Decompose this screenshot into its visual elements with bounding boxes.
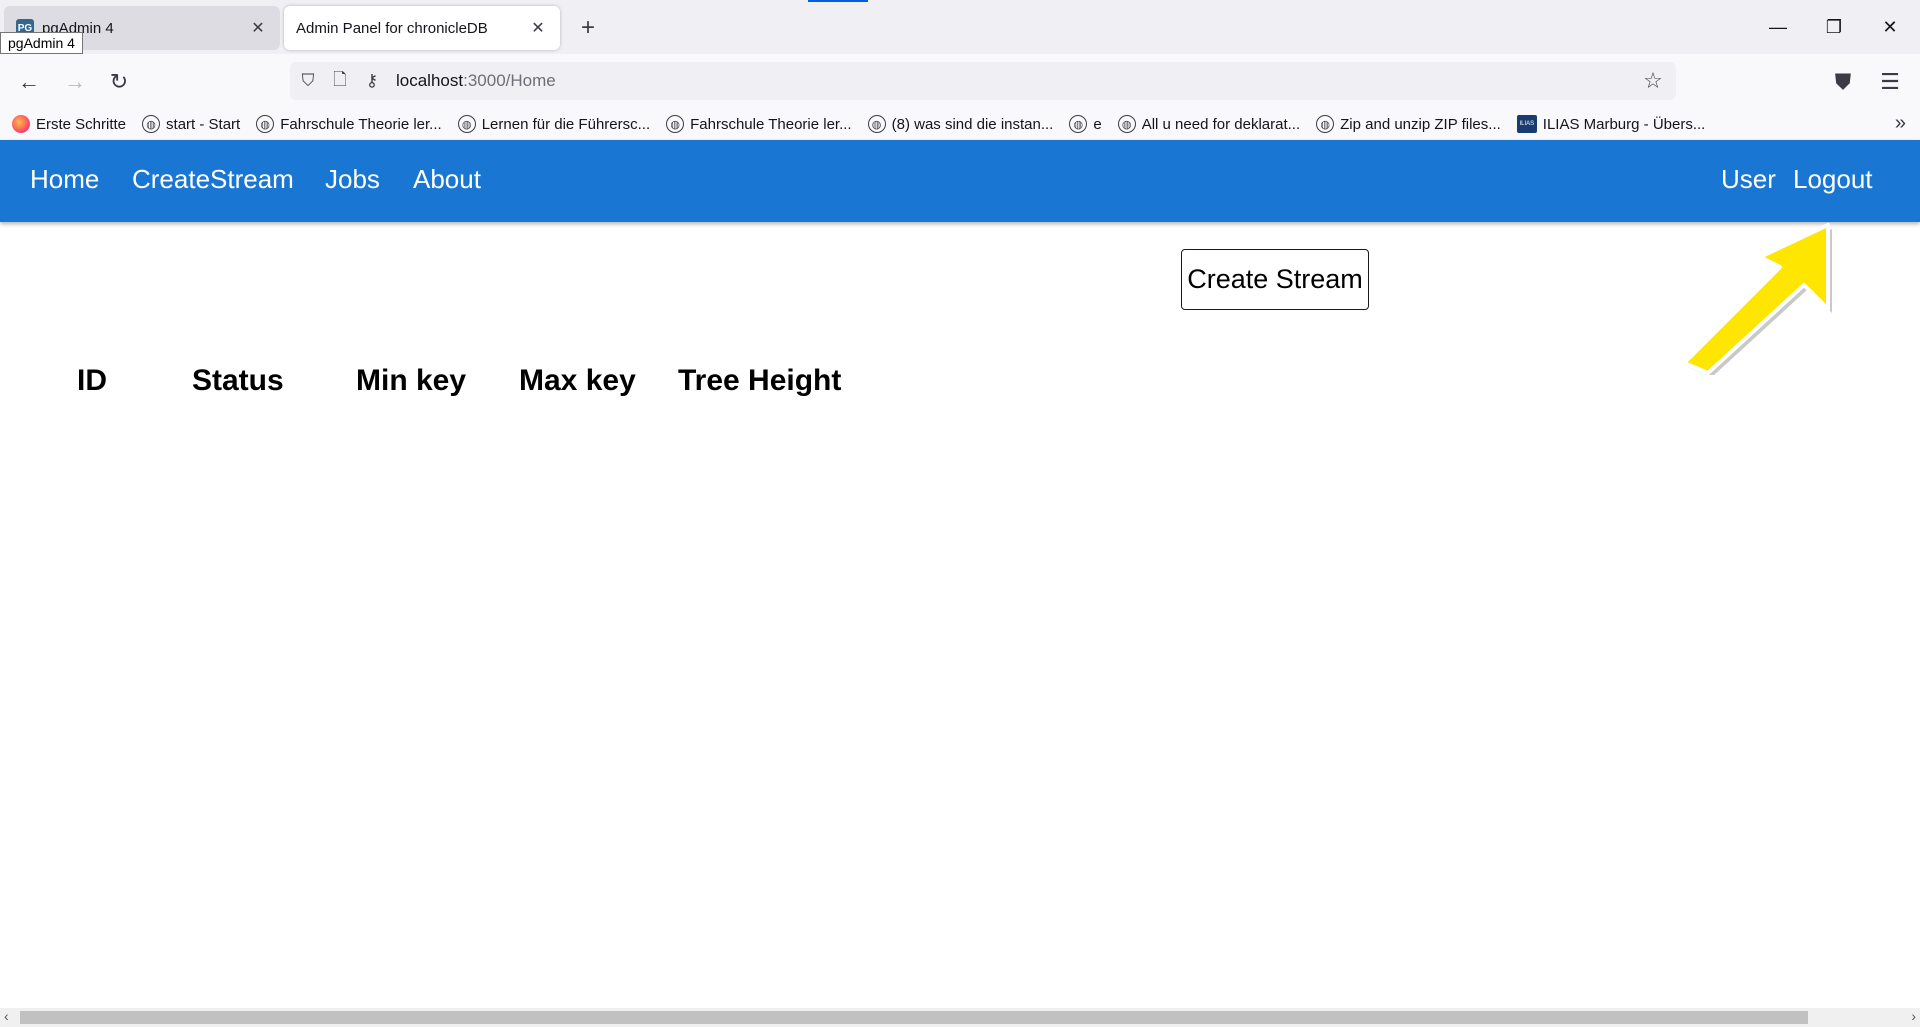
scrollbar-thumb[interactable] (20, 1011, 1808, 1024)
ilias-icon: ILIAS (1516, 115, 1537, 133)
globe-icon: ◍ (666, 115, 685, 133)
bookmark-item[interactable]: ◍ Fahrschule Theorie ler... (666, 115, 852, 133)
bookmark-label: Fahrschule Theorie ler... (280, 115, 442, 133)
horizontal-scrollbar[interactable]: ‹ › (0, 1008, 1920, 1027)
bookmark-item[interactable]: ◍ Fahrschule Theorie ler... (256, 115, 442, 133)
nav-link-logout[interactable]: Logout (1793, 164, 1873, 195)
navigation-toolbar: ← → ↻ ⛉ 🗋 ⚷ localhost:3000/Home ☆ ⛊ ☰ (0, 54, 1920, 108)
bookmark-item[interactable]: Erste Schritte (12, 115, 126, 133)
app-navbar: Home CreateStream Jobs About User Logout (0, 140, 1920, 222)
pocket-icon[interactable]: ⛊ (1826, 65, 1860, 99)
globe-icon: ◍ (457, 115, 476, 133)
globe-icon: ◍ (1316, 115, 1335, 133)
column-header-id: ID (77, 364, 107, 397)
bookmark-label: Erste Schritte (36, 115, 127, 133)
bookmarks-toolbar: Erste Schritte ◍ start - Start ◍ Fahrschule … (0, 108, 1920, 140)
reload-icon[interactable]: ↻ (102, 65, 136, 99)
url-path: :3000/Home (463, 71, 556, 90)
column-header-tree-height: Tree Height (678, 364, 842, 397)
bookmark-item[interactable]: ◍ e (1069, 115, 1102, 133)
forward-arrow-icon[interactable]: → (58, 65, 92, 99)
tab-tooltip: pgAdmin 4 (0, 32, 83, 54)
column-header-min-key: Min key (356, 364, 467, 397)
nav-link-home[interactable]: Home (30, 164, 99, 195)
firefox-icon (12, 115, 30, 133)
globe-icon: ◍ (142, 115, 161, 133)
globe-icon: ◍ (256, 115, 275, 133)
bookmark-label: Fahrschule Theorie ler... (690, 115, 852, 133)
tab-strip: PG pgAdmin 4 ✕ Admin Panel for chronicle… (0, 0, 1920, 54)
bookmark-item[interactable]: ◍ Zip and unzip ZIP files... (1316, 115, 1501, 133)
close-icon[interactable]: ✕ (528, 18, 548, 38)
chevron-double-right-icon[interactable]: » (1895, 112, 1906, 135)
shield-icon[interactable]: ⛉ (294, 67, 322, 95)
close-icon[interactable]: ✕ (248, 18, 268, 38)
bookmark-label: Lernen für die Führersc... (481, 115, 651, 133)
restore-icon[interactable]: ❐ (1814, 8, 1854, 46)
bookmark-star-icon[interactable]: ☆ (1638, 68, 1668, 94)
column-header-status: Status (192, 364, 284, 397)
bookmark-item[interactable]: ◍ (8) was sind die instan... (867, 115, 1054, 133)
create-stream-button[interactable]: Create Stream (1181, 249, 1369, 310)
bookmark-item[interactable]: ILIAS ILIAS Marburg - Übers... (1516, 115, 1706, 133)
bookmark-label: start - Start (166, 115, 241, 133)
back-arrow-icon[interactable]: ← (12, 65, 46, 99)
globe-icon: ◍ (867, 115, 886, 133)
tab-admin-panel[interactable]: Admin Panel for chronicleDB ✕ (284, 6, 560, 50)
bookmark-label: ILIAS Marburg - Übers... (1542, 115, 1706, 133)
key-icon[interactable]: ⚷ (358, 67, 386, 95)
bookmark-label: Zip and unzip ZIP files... (1340, 115, 1501, 133)
globe-icon: ◍ (1069, 115, 1088, 133)
minimize-icon[interactable]: — (1758, 8, 1798, 46)
bookmark-item[interactable]: ◍ All u need for deklarat... (1117, 115, 1301, 133)
globe-icon: ◍ (1117, 115, 1136, 133)
url-host: localhost (396, 71, 464, 90)
browser-window: PG pgAdmin 4 ✕ Admin Panel for chronicle… (0, 0, 1920, 1027)
nav-link-createstream[interactable]: CreateStream (132, 164, 294, 195)
scroll-left-icon[interactable]: ‹ (4, 1008, 9, 1024)
address-bar[interactable]: ⛉ 🗋 ⚷ localhost:3000/Home ☆ (290, 62, 1676, 100)
page-icon[interactable]: 🗋 (326, 67, 354, 95)
window-close-icon[interactable]: ✕ (1870, 8, 1910, 46)
bookmark-label: All u need for deklarat... (1141, 115, 1301, 133)
scroll-right-icon[interactable]: › (1911, 1008, 1916, 1024)
bookmark-item[interactable]: ◍ start - Start (142, 115, 240, 133)
bookmark-label: (8) was sind die instan... (891, 115, 1054, 133)
nav-link-jobs[interactable]: Jobs (325, 164, 380, 195)
nav-link-user[interactable]: User (1721, 164, 1776, 195)
tab-loading-indicator (808, 0, 868, 2)
url-text[interactable]: localhost:3000/Home (396, 71, 556, 91)
bookmark-label: e (1093, 115, 1102, 133)
column-header-max-key: Max key (519, 364, 636, 397)
menu-icon[interactable]: ☰ (1873, 65, 1907, 99)
new-tab-plus-icon[interactable]: + (574, 14, 602, 42)
yellow-arrow-icon (1682, 223, 1832, 375)
tab-title: Admin Panel for chronicleDB (296, 19, 488, 37)
nav-link-about[interactable]: About (413, 164, 481, 195)
bookmark-item[interactable]: ◍ Lernen für die Führersc... (457, 115, 651, 133)
